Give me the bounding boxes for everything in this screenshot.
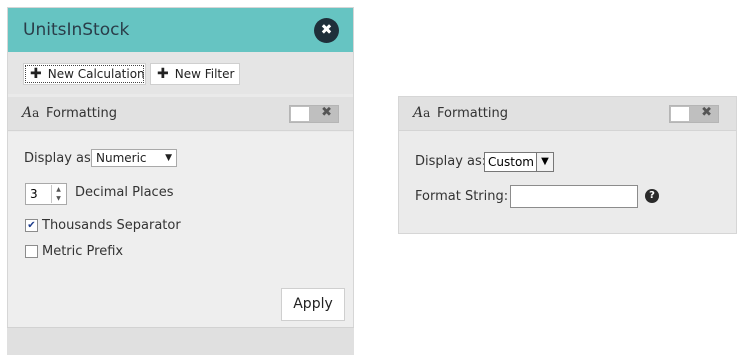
plus-icon: ✚ [157,66,169,82]
display-as-label: Display as: [415,154,487,169]
new-filter-label: New Filter [174,67,235,81]
decimal-places-label: Decimal Places [75,185,174,200]
display-as-select[interactable]: Custom ▼ [484,152,554,172]
decimal-places-stepper[interactable]: 3 ▲ ▼ [25,183,67,205]
format-string-input[interactable] [510,185,638,208]
apply-button[interactable]: Apply [281,288,345,321]
plus-icon: ✚ [30,66,42,82]
font-icon: Aa [413,105,431,121]
new-calculation-label: New Calculation [47,67,145,81]
close-icon[interactable]: ✖ [314,18,339,43]
section-label: Formatting [46,106,118,121]
display-as-label: Display as: [24,151,96,166]
toggle-knob [290,106,310,122]
chevron-down-icon: ▼ [536,153,553,171]
formatting-toggle[interactable]: ✖ [669,105,719,123]
display-as-select[interactable]: Numeric ▼ [91,149,177,167]
thousands-separator-label: Thousands Separator [42,218,181,233]
new-calculation-button[interactable]: ✚ New Calculation [23,63,146,85]
toggle-knob [670,106,690,122]
formatting-section-header[interactable]: Aa Formatting ✖ [399,97,736,131]
formatting-toggle[interactable]: ✖ [289,105,339,123]
metric-prefix-checkbox[interactable] [25,245,38,258]
bottom-strip [7,327,354,355]
new-filter-button[interactable]: ✚ New Filter [150,63,240,85]
stepper-arrows-icon[interactable]: ▲ ▼ [51,185,65,203]
thousands-separator-checkbox[interactable]: ✔ [25,219,38,232]
chevron-down-icon: ▼ [165,153,172,163]
panel-title: UnitsInStock [23,20,130,40]
help-icon[interactable]: ? [645,189,659,203]
panel-header: UnitsInStock ✖ [8,8,353,52]
right-panel: Aa Formatting ✖ Display as: Custom ▼ For… [398,96,737,234]
section-label: Formatting [437,106,509,121]
format-string-label: Format String: [415,189,509,204]
formatting-section-header[interactable]: Aa Formatting ✖ [8,97,353,131]
left-panel: UnitsInStock ✖ ✚ New Calculation ✚ New Fil… [7,7,354,334]
toggle-x-icon: ✖ [321,105,332,120]
font-icon: Aa [22,105,40,121]
toggle-x-icon: ✖ [701,105,712,120]
toolbar: ✚ New Calculation ✚ New Filter [8,52,353,94]
metric-prefix-label: Metric Prefix [42,244,124,259]
